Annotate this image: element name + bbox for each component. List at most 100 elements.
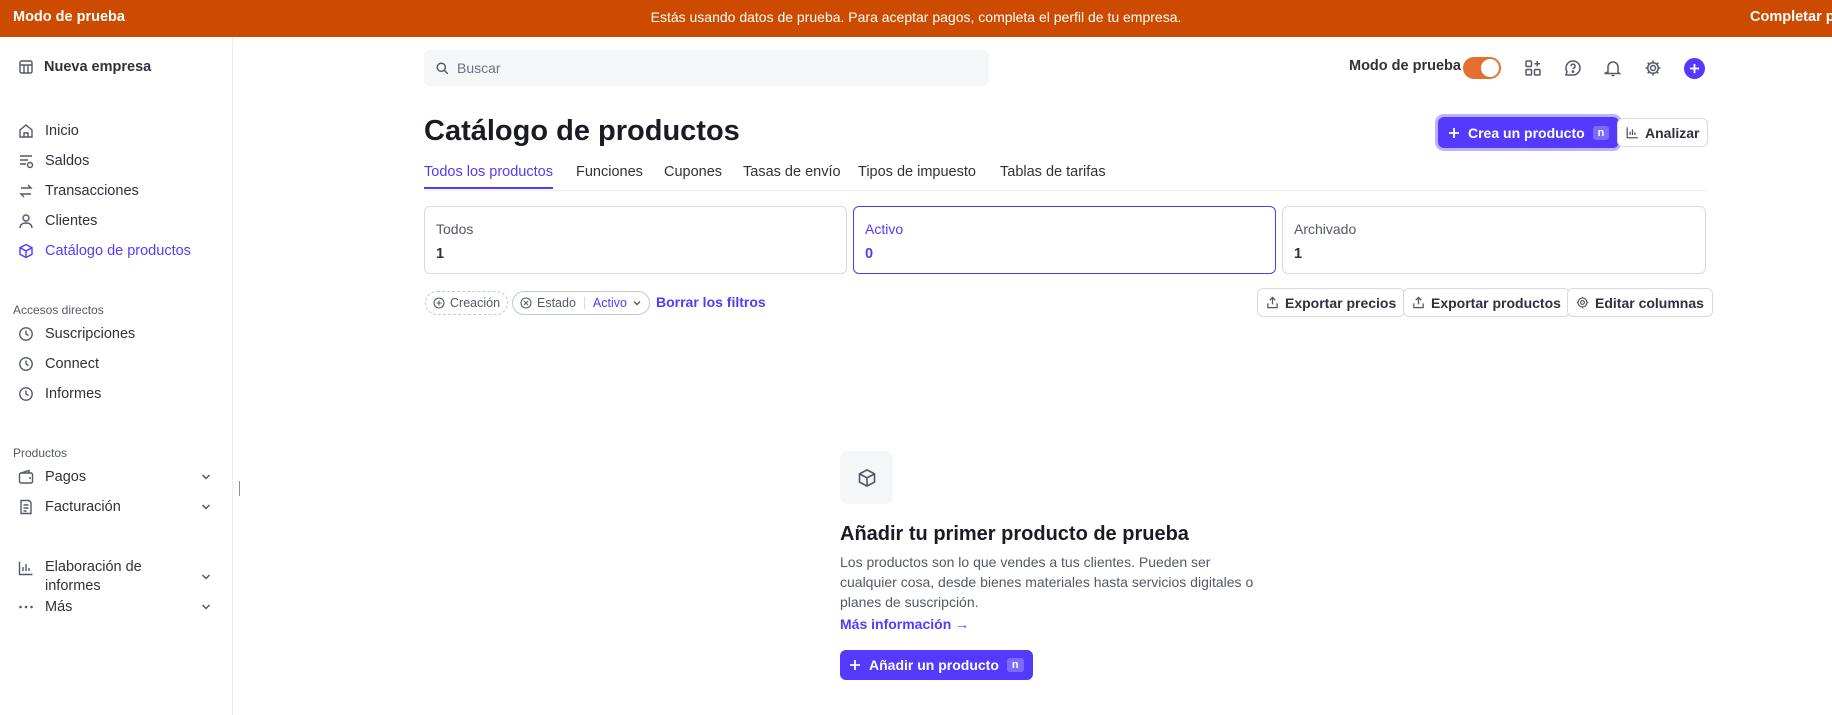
plus-icon bbox=[1449, 127, 1459, 138]
card-count: 1 bbox=[1294, 246, 1303, 262]
sidebar-resize-handle[interactable] bbox=[239, 481, 240, 496]
clock-icon bbox=[19, 327, 33, 341]
sidebar-item-mas[interactable]: Más bbox=[18, 599, 211, 615]
search-icon bbox=[436, 61, 449, 74]
sidebar-item-label: Inicio bbox=[45, 123, 79, 139]
sidebar: Nueva empresa Inicio Saldos Transaccione… bbox=[0, 37, 233, 715]
sidebar-item-label: Elaboración de informes bbox=[45, 559, 142, 594]
test-mode-label: Modo de prueba bbox=[1349, 58, 1461, 74]
sidebar-item-label: Connect bbox=[45, 356, 100, 372]
keyboard-shortcut-badge: n bbox=[1592, 125, 1610, 140]
complete-profile-link[interactable]: Completar perfil bbox=[1750, 9, 1832, 25]
chart-icon bbox=[1626, 127, 1638, 139]
page-title: Catálogo de productos bbox=[424, 115, 740, 147]
tab-funciones[interactable]: Funciones bbox=[576, 164, 643, 187]
apps-icon[interactable] bbox=[1523, 58, 1543, 78]
search-bar[interactable] bbox=[424, 50, 989, 86]
tab-tasas-de-envio[interactable]: Tasas de envío bbox=[743, 164, 841, 187]
sidebar-item-label: Saldos bbox=[45, 153, 90, 169]
plus-icon bbox=[1689, 63, 1700, 74]
status-card-activo[interactable]: Activo 0 bbox=[853, 206, 1276, 274]
sidebar-item-label: Más bbox=[45, 599, 73, 615]
status-card-todos[interactable]: Todos 1 bbox=[424, 206, 847, 274]
sidebar-item-informes[interactable]: Informes bbox=[18, 386, 101, 402]
card-label: Activo bbox=[865, 221, 904, 237]
filter-label: Creación bbox=[450, 296, 501, 310]
sidebar-item-transacciones[interactable]: Transacciones bbox=[18, 183, 139, 199]
sidebar-item-facturacion[interactable]: Facturación bbox=[18, 499, 211, 515]
store-icon bbox=[19, 60, 33, 74]
test-mode-toggle[interactable] bbox=[1463, 57, 1501, 79]
card-count: 0 bbox=[865, 246, 874, 262]
clear-filters-link[interactable]: Borrar los filtros bbox=[656, 294, 766, 310]
tab-tablas-de-tarifas[interactable]: Tablas de tarifas bbox=[1000, 164, 1106, 187]
products-heading: Productos bbox=[13, 446, 68, 460]
banner-message: Estás usando datos de prueba. Para acept… bbox=[650, 9, 1182, 25]
sidebar-item-inicio[interactable]: Inicio bbox=[18, 123, 79, 139]
sidebar-item-suscripciones[interactable]: Suscripciones bbox=[18, 326, 135, 342]
export-icon bbox=[1413, 296, 1424, 309]
sidebar-item-informes-elaboracion[interactable]: Elaboración de informes bbox=[18, 558, 211, 596]
chevron-down-icon bbox=[201, 474, 211, 480]
sidebar-item-label: Pagos bbox=[45, 469, 87, 485]
export-icon bbox=[1267, 296, 1278, 309]
tab-todos-los-productos[interactable]: Todos los productos bbox=[424, 164, 553, 189]
plus-icon bbox=[850, 660, 860, 670]
sidebar-item-connect[interactable]: Connect bbox=[18, 356, 99, 372]
company-name: Nueva empresa bbox=[44, 59, 152, 75]
export-products-button[interactable]: Exportar productos bbox=[1403, 288, 1570, 317]
sidebar-item-label: Transacciones bbox=[45, 183, 139, 199]
tab-bar: Todos los productos Funciones Cupones Ta… bbox=[424, 162, 1706, 191]
tab-cupones[interactable]: Cupones bbox=[664, 164, 722, 187]
sidebar-item-label: Clientes bbox=[45, 213, 98, 229]
sidebar-item-pagos[interactable]: Pagos bbox=[18, 469, 211, 485]
filter-status[interactable]: Estado Activo bbox=[512, 291, 650, 315]
sidebar-item-label: Informes bbox=[45, 386, 102, 402]
sidebar-item-saldos[interactable]: Saldos bbox=[18, 153, 89, 169]
wallet-icon bbox=[18, 469, 34, 484]
sidebar-item-label: Facturación bbox=[45, 499, 121, 515]
filter-value: Activo bbox=[592, 296, 627, 310]
export-prices-button[interactable]: Exportar precios bbox=[1257, 288, 1406, 317]
chart-icon bbox=[18, 561, 33, 576]
edit-columns-button[interactable]: Editar columnas bbox=[1567, 288, 1713, 317]
remove-filter-icon[interactable] bbox=[520, 297, 532, 309]
button-label: Analizar bbox=[1645, 124, 1700, 141]
learn-more-link[interactable]: Más información → bbox=[840, 616, 969, 632]
filter-created[interactable]: Creación bbox=[425, 291, 509, 315]
plus-circle-icon bbox=[433, 297, 445, 309]
search-input[interactable] bbox=[457, 60, 957, 76]
add-product-button[interactable]: Añadir un producto n bbox=[840, 650, 1033, 680]
divider bbox=[583, 297, 585, 309]
product-box-icon bbox=[840, 451, 893, 504]
sidebar-item-clientes[interactable]: Clientes bbox=[18, 213, 97, 229]
keyboard-shortcut-badge: n bbox=[1006, 658, 1024, 672]
card-label: Todos bbox=[436, 221, 474, 237]
empty-state-description: Los productos son lo que vendes a tus cl… bbox=[840, 554, 1254, 610]
clock-icon bbox=[19, 357, 33, 371]
filter-label: Estado bbox=[537, 296, 576, 310]
box-icon bbox=[19, 243, 33, 259]
clock-icon bbox=[19, 387, 33, 401]
company-switcher[interactable]: Nueva empresa bbox=[18, 59, 151, 75]
sidebar-item-catalogo[interactable]: Catálogo de productos bbox=[18, 243, 191, 259]
shortcuts-heading: Accesos directos bbox=[13, 303, 104, 317]
card-count: 1 bbox=[436, 246, 445, 262]
help-icon[interactable] bbox=[1563, 58, 1583, 78]
button-label: Editar columnas bbox=[1595, 294, 1704, 311]
card-label: Archivado bbox=[1294, 221, 1357, 237]
gear-icon[interactable] bbox=[1643, 58, 1663, 78]
chevron-down-icon bbox=[201, 604, 211, 610]
button-label: Crea un producto bbox=[1468, 124, 1585, 141]
create-new-button[interactable] bbox=[1684, 58, 1705, 79]
button-label: Exportar precios bbox=[1285, 294, 1397, 311]
button-label: Exportar productos bbox=[1431, 294, 1561, 311]
status-card-archivado[interactable]: Archivado 1 bbox=[1282, 206, 1706, 274]
balances-icon bbox=[20, 155, 34, 169]
gear-icon bbox=[1576, 296, 1589, 309]
bell-icon[interactable] bbox=[1603, 58, 1623, 78]
more-icon bbox=[19, 605, 33, 609]
create-product-button[interactable]: Crea un producto n bbox=[1438, 117, 1620, 148]
tab-tipos-de-impuesto[interactable]: Tipos de impuesto bbox=[858, 164, 976, 187]
analyze-button[interactable]: Analizar bbox=[1617, 118, 1709, 147]
